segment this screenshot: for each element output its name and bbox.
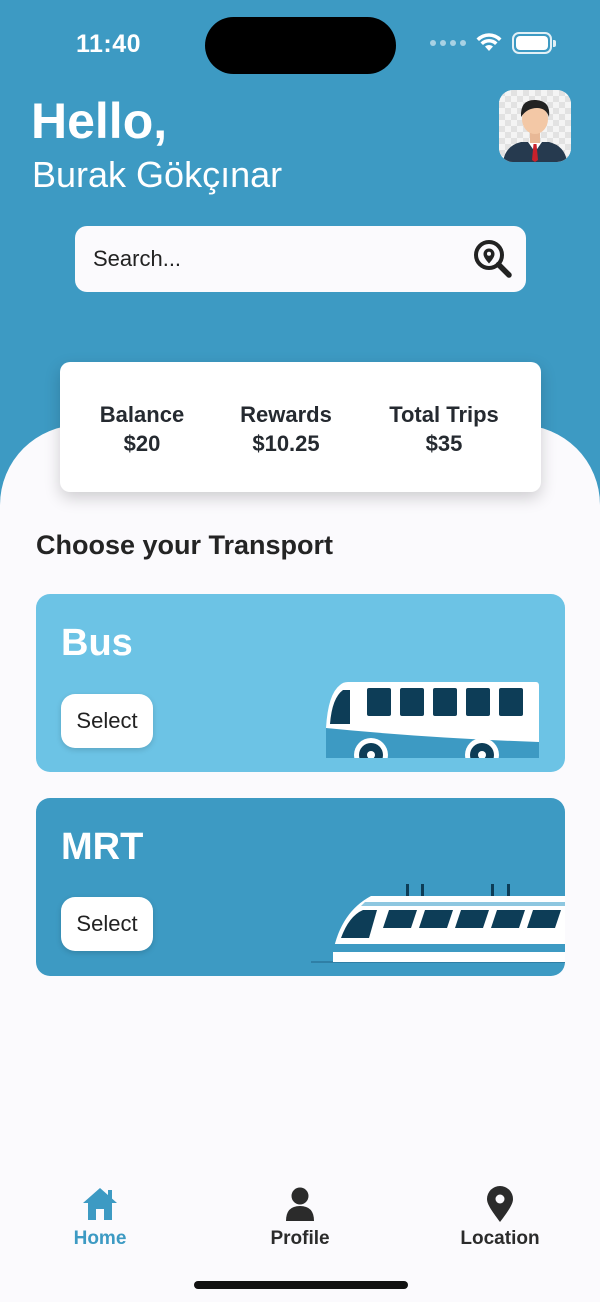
status-time: 11:40	[76, 30, 142, 58]
location-pin-icon	[487, 1186, 513, 1222]
tab-profile[interactable]: Profile	[235, 1186, 365, 1250]
home-indicator	[194, 1281, 408, 1289]
search-input[interactable]	[93, 246, 472, 272]
battery-icon	[512, 32, 556, 54]
search-bar[interactable]	[75, 226, 526, 292]
stat-total-trips: Total Trips $35	[382, 400, 506, 458]
location-search-icon[interactable]	[472, 238, 514, 280]
businessman-avatar-icon	[499, 90, 571, 162]
section-title: Choose your Transport	[36, 530, 334, 560]
wifi-icon	[476, 33, 502, 51]
home-icon	[83, 1188, 117, 1220]
tab-label: Home	[73, 1228, 127, 1249]
stat-label: Balance	[99, 402, 185, 427]
select-mrt-button[interactable]: Select	[61, 897, 153, 951]
user-name: Burak Gökçınar	[32, 154, 283, 195]
stat-value: $20	[123, 431, 161, 456]
status-icons	[430, 32, 556, 54]
tab-label: Profile	[270, 1228, 330, 1249]
transport-card-mrt[interactable]: MRT Select	[36, 798, 565, 976]
person-icon	[286, 1187, 314, 1221]
transport-card-bus[interactable]: Bus Select	[36, 594, 565, 772]
stats-card: Balance $20 Rewards $10.25 Total Trips $…	[60, 362, 541, 492]
stat-value: $35	[425, 431, 463, 456]
transport-title: MRT	[61, 826, 144, 868]
bus-icon	[326, 682, 541, 762]
tab-location[interactable]: Location	[435, 1186, 565, 1250]
avatar[interactable]	[499, 90, 571, 162]
tab-home[interactable]: Home	[35, 1186, 165, 1250]
select-bus-button[interactable]: Select	[61, 694, 153, 748]
dynamic-island	[205, 17, 396, 74]
tab-label: Location	[460, 1228, 540, 1249]
stat-rewards: Rewards $10.25	[236, 400, 336, 458]
transport-title: Bus	[61, 622, 133, 664]
status-bar: 11:40	[0, 0, 600, 90]
stat-value: $10.25	[252, 431, 320, 456]
train-icon	[311, 884, 565, 963]
stat-balance: Balance $20	[98, 400, 186, 458]
stat-label: Rewards	[240, 402, 332, 427]
greeting-text: Hello,	[31, 93, 168, 149]
cellular-signal-icon	[430, 40, 466, 46]
stat-label: Total Trips	[389, 402, 499, 427]
